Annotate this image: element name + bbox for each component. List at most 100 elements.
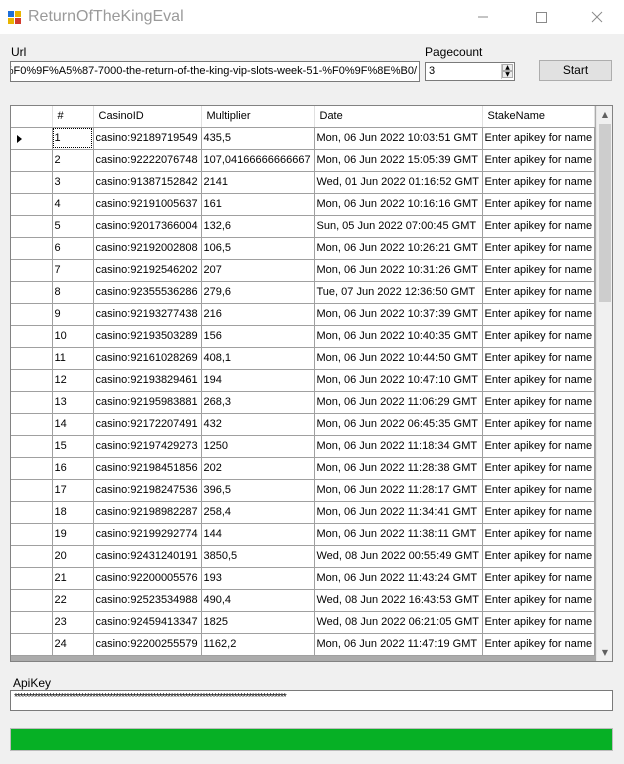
multiplier-cell[interactable]: 216 [201,303,315,326]
date-cell[interactable]: Mon, 06 Jun 2022 11:18:34 GMT [314,435,483,458]
row-header[interactable] [11,281,53,304]
casino-id-cell[interactable]: casino:92355536286 [93,281,202,304]
scroll-down-icon[interactable]: ▼ [597,644,612,661]
stake-name-cell[interactable]: Enter apikey for name [482,435,596,458]
stake-name-cell[interactable]: Enter apikey for name [482,589,596,612]
row-number-cell[interactable]: 23 [52,611,94,634]
row-header[interactable] [11,633,53,656]
casino-id-cell[interactable]: casino:92193277438 [93,303,202,326]
multiplier-cell[interactable]: 435,5 [201,127,315,150]
table-row[interactable]: 21 casino:92200005576 193 Mon, 06 Jun 2022 … [11,567,596,590]
stake-name-cell[interactable]: Enter apikey for name [482,237,596,260]
casino-id-cell[interactable]: casino:92200255579 [93,633,202,656]
row-header[interactable] [11,215,53,238]
multiplier-cell[interactable]: 258,4 [201,501,315,524]
stake-name-cell[interactable]: Enter apikey for name [482,369,596,392]
stake-name-cell[interactable]: Enter apikey for name [482,523,596,546]
table-row[interactable]: 16 casino:92198451856 202 Mon, 06 Jun 2022 … [11,457,596,480]
table-row[interactable]: 8 casino:92355536286 279,6 Tue, 07 Jun 2022… [11,281,596,304]
row-header[interactable] [11,237,53,260]
casino-id-cell[interactable]: casino:92172207491 [93,413,202,436]
stake-name-cell[interactable]: Enter apikey for name [482,259,596,282]
multiplier-cell[interactable]: 161 [201,193,315,216]
casino-id-cell[interactable]: casino:92199292774 [93,523,202,546]
table-row[interactable]: 10 casino:92193503289 156 Mon, 06 Jun 2022 … [11,325,596,348]
stake-name-cell[interactable]: Enter apikey for name [482,567,596,590]
multiplier-cell[interactable]: 396,5 [201,479,315,502]
table-row[interactable]: 18 casino:92198982287 258,4 Mon, 06 Jun 202… [11,501,596,524]
casino-id-cell[interactable]: casino:92191005637 [93,193,202,216]
url-input[interactable]: 300-%F0%9F%A5%87-7000-the-return-of-the-… [10,61,420,82]
table-row[interactable]: 23 casino:92459413347 1825 Wed, 08 Jun 2022… [11,611,596,634]
row-header[interactable] [11,259,53,282]
row-header[interactable] [11,413,53,436]
row-header[interactable] [11,369,53,392]
table-row[interactable]: 14 casino:92172207491 432 Mon, 06 Jun 2022 … [11,413,596,436]
table-row[interactable]: 7 casino:92192546202 207 Mon, 06 Jun 2022 1… [11,259,596,282]
multiplier-cell[interactable]: 1825 [201,611,315,634]
casino-id-cell[interactable]: casino:92459413347 [93,611,202,634]
date-cell[interactable]: Mon, 06 Jun 2022 11:28:17 GMT [314,479,483,502]
table-row[interactable]: 20 casino:92431240191 3850,5 Wed, 08 Jun 20… [11,545,596,568]
table-row[interactable]: 22 casino:92523534988 490,4 Wed, 08 Jun 202… [11,589,596,612]
row-number-cell[interactable]: 15 [52,435,94,458]
multiplier-cell[interactable]: 2141 [201,171,315,194]
date-cell[interactable]: Wed, 01 Jun 2022 01:16:52 GMT [314,171,483,194]
row-number-cell[interactable]: 14 [52,413,94,436]
multiplier-cell[interactable]: 1162,2 [201,633,315,656]
table-row[interactable]: 17 casino:92198247536 396,5 Mon, 06 Jun 202… [11,479,596,502]
casino-id-cell[interactable]: casino:92192546202 [93,259,202,282]
row-header[interactable] [11,611,53,634]
stake-name-cell[interactable]: Enter apikey for name [482,325,596,348]
maximize-button[interactable] [526,6,556,28]
table-row[interactable]: 19 casino:92199292774 144 Mon, 06 Jun 2022 … [11,523,596,546]
table-row[interactable]: 11 casino:92161028269 408,1 Mon, 06 Jun 202… [11,347,596,370]
spin-up-icon[interactable]: ▲ [502,64,513,71]
multiplier-cell[interactable]: 202 [201,457,315,480]
casino-id-cell[interactable]: casino:92198247536 [93,479,202,502]
multiplier-cell[interactable]: 408,1 [201,347,315,370]
row-number-cell[interactable]: 2 [52,149,94,172]
row-number-cell[interactable]: 7 [52,259,94,282]
multiplier-cell[interactable]: 156 [201,325,315,348]
casino-id-cell[interactable]: casino:92189719549 [93,127,202,150]
multiplier-cell[interactable]: 194 [201,369,315,392]
multiplier-cell[interactable]: 490,4 [201,589,315,612]
title-bar[interactable]: ReturnOfTheKingEval [0,0,624,34]
row-header[interactable] [11,347,53,370]
stake-name-cell[interactable]: Enter apikey for name [482,281,596,304]
apikey-input[interactable]: ****************************************… [10,690,613,711]
row-header[interactable] [11,391,53,414]
date-cell[interactable]: Mon, 06 Jun 2022 10:31:26 GMT [314,259,483,282]
date-cell[interactable]: Mon, 06 Jun 2022 10:26:21 GMT [314,237,483,260]
table-row[interactable]: 9 casino:92193277438 216 Mon, 06 Jun 2022 1… [11,303,596,326]
row-header[interactable] [11,325,53,348]
casino-id-cell[interactable]: casino:92198451856 [93,457,202,480]
row-number-cell[interactable]: 21 [52,567,94,590]
spin-down-icon[interactable]: ▼ [502,71,513,78]
casino-id-cell[interactable]: casino:92161028269 [93,347,202,370]
date-cell[interactable]: Mon, 06 Jun 2022 11:06:29 GMT [314,391,483,414]
date-cell[interactable]: Sun, 05 Jun 2022 07:00:45 GMT [314,215,483,238]
stake-name-cell[interactable]: Enter apikey for name [482,633,596,656]
results-grid[interactable]: # CasinoID Multiplier Date StakeName 1 ca… [10,105,613,662]
date-cell[interactable]: Mon, 06 Jun 2022 10:47:10 GMT [314,369,483,392]
row-number-cell[interactable]: 4 [52,193,94,216]
date-cell[interactable]: Mon, 06 Jun 2022 10:03:51 GMT [314,127,483,150]
multiplier-cell[interactable]: 144 [201,523,315,546]
stake-name-cell[interactable]: Enter apikey for name [482,193,596,216]
casino-id-cell[interactable]: casino:91387152842 [93,171,202,194]
row-number-cell[interactable]: 1 [52,127,94,150]
casino-id-cell[interactable]: casino:92017366004 [93,215,202,238]
date-cell[interactable]: Wed, 08 Jun 2022 16:43:53 GMT [314,589,483,612]
multiplier-cell[interactable]: 132,6 [201,215,315,238]
stake-name-cell[interactable]: Enter apikey for name [482,611,596,634]
date-cell[interactable]: Mon, 06 Jun 2022 10:16:16 GMT [314,193,483,216]
casino-id-cell[interactable]: casino:92200005576 [93,567,202,590]
date-cell[interactable]: Tue, 07 Jun 2022 12:36:50 GMT [314,281,483,304]
start-button[interactable]: Start [539,60,612,81]
date-cell[interactable]: Mon, 06 Jun 2022 11:47:19 GMT [314,633,483,656]
multiplier-cell[interactable]: 107,04166666666667 [201,149,315,172]
date-cell[interactable]: Mon, 06 Jun 2022 11:28:38 GMT [314,457,483,480]
row-number-cell[interactable]: 11 [52,347,94,370]
